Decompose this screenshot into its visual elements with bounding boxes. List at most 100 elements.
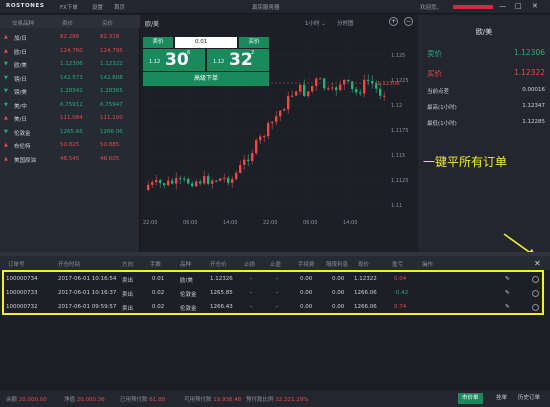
candle-body: [191, 183, 194, 187]
candle-body: [195, 181, 198, 187]
candle-body: [239, 165, 242, 173]
info-label: 最高(1小时): [427, 105, 457, 111]
quote-row[interactable]: ▼ 镑/美 1.28342 1.28365: [0, 85, 140, 99]
candle-body: [307, 91, 310, 97]
quote-row[interactable]: ▲ 美国原油 48.545 48.605: [0, 153, 140, 167]
quote-ask: 111.100: [100, 115, 123, 121]
candle-body: [343, 79, 346, 85]
positions-col-header: 隔夜利息: [326, 262, 349, 268]
positions-col-header: 方向: [122, 262, 134, 268]
candle-body: [235, 172, 238, 179]
candle-body: [215, 180, 218, 182]
annotation-text: 一键平所有订单: [423, 155, 508, 169]
y-tick-label: 1.115: [391, 153, 405, 159]
status-item: 可用预付款 19,938.48: [184, 395, 241, 403]
annotation-highlight: [2, 270, 544, 315]
candle-body: [327, 88, 330, 90]
close-all-icon[interactable]: ✕: [534, 259, 541, 268]
positions-col-header: 操作: [422, 262, 434, 268]
candle-body: [295, 91, 298, 96]
quote-row[interactable]: ▼ 欧/美 1.12306 1.12322: [0, 58, 140, 72]
menu-fx-order[interactable]: FX下单: [60, 3, 78, 11]
quote-row[interactable]: ▼ 镑/日 142.573 142.608: [0, 72, 140, 86]
menu-settings[interactable]: 设置: [92, 3, 103, 11]
status-item: 预付款比例 32,321.29%: [246, 395, 308, 403]
quote-ask: 142.608: [100, 74, 123, 81]
candle-body: [311, 85, 314, 92]
timeframe-select[interactable]: 1小时 ⌄: [305, 19, 326, 27]
status-value: 19,938.48: [213, 397, 242, 403]
sell-quote[interactable]: 1.12 30 6: [143, 49, 205, 71]
quotes-panel: 交易品种 卖价 买价 ▲ 加/日 82.286 82.318 ▲ 欧/日 124.760 12…: [0, 15, 140, 252]
header-bid: 卖价: [62, 21, 74, 27]
advanced-order-button[interactable]: 高级下单: [143, 72, 269, 86]
quote-ask: 6.75947: [100, 101, 123, 108]
candle-body: [147, 184, 150, 190]
quote-ask: 124.795: [100, 47, 123, 54]
info-value: 1.12306: [513, 48, 545, 57]
price-line-label: 1.12306: [377, 81, 400, 87]
positions-header: 订单号 开仓时间 方向 手数 品种 开仓价 止损 止盈 手续费 隔夜利息 现价 盈亏 操作: [0, 256, 550, 270]
candle-body: [315, 78, 318, 86]
arrow-down-icon: ▼: [4, 74, 8, 81]
header-ask: 买价: [102, 21, 114, 27]
close-icon[interactable]: ✕: [532, 2, 538, 10]
quote-row[interactable]: ▼ 伦敦金 1265.66 1266.06: [0, 126, 140, 140]
candle-body: [219, 178, 222, 181]
quote-row[interactable]: ▲ 加/日 82.286 82.318: [0, 31, 140, 45]
quote-row[interactable]: ▲ 欧/日 124.760 124.795: [0, 45, 140, 59]
info-label: 卖价: [427, 49, 442, 58]
timeframe-value: 1小时: [305, 21, 320, 27]
status-tab-2[interactable]: 历史订单: [514, 393, 544, 404]
candle-body: [287, 96, 290, 110]
lot-input[interactable]: 0.01: [175, 37, 237, 48]
menu-home[interactable]: 首页: [114, 3, 125, 11]
quote-row[interactable]: ▲ 布伦特 50.825 50.885: [0, 139, 140, 153]
arrow-up-icon: ▲: [4, 47, 8, 54]
quote-ask: 1.28365: [100, 88, 123, 94]
maximize-icon[interactable]: □: [515, 2, 522, 10]
candle-body: [347, 79, 350, 82]
status-tab-1[interactable]: 挂单: [492, 393, 511, 404]
positions-col-header: 止盈: [270, 262, 282, 268]
arrow-down-icon: ▼: [4, 101, 8, 108]
status-label: 预付款比例: [246, 397, 274, 403]
info-title: 欧/美: [475, 28, 493, 36]
zoom-in-icon[interactable]: +: [389, 17, 398, 26]
status-tab-0[interactable]: 市价单: [458, 393, 483, 404]
candle-body: [323, 78, 326, 89]
candle-body: [187, 178, 190, 184]
y-tick-label: 1.1125: [391, 178, 409, 184]
sell-button[interactable]: 卖价: [143, 37, 173, 48]
candle-body: [251, 153, 254, 162]
y-tick-label: 1.11: [391, 203, 402, 209]
candle-body: [271, 121, 274, 124]
candle-body: [299, 84, 302, 92]
candle-body: [303, 84, 306, 97]
quote-row[interactable]: ▼ 美/中 6.75912 6.75947: [0, 99, 140, 113]
candle-body: [283, 109, 286, 111]
x-tick-label: 14:00: [223, 220, 237, 226]
candle-body: [319, 78, 322, 80]
positions-col-header: 手续费: [298, 262, 315, 268]
quote-bid: 6.75912: [60, 101, 83, 108]
status-value: 20,000.00: [18, 397, 47, 403]
quote-symbol: 伦敦金: [14, 130, 31, 137]
app-logo: ROSTONES: [6, 3, 45, 9]
zoom-out-icon[interactable]: −: [404, 17, 413, 26]
positions-col-header: 止损: [244, 262, 256, 268]
buy-button[interactable]: 买价: [239, 37, 269, 48]
quote-ask: 50.885: [100, 142, 120, 148]
x-tick-label: 22:00: [143, 220, 157, 226]
quote-ask: 1.12322: [100, 61, 123, 67]
sell-quote-pips: 30: [165, 50, 189, 70]
chart-type-button[interactable]: 分时图: [337, 19, 354, 27]
candle-body: [171, 180, 174, 184]
candle-body: [255, 140, 258, 154]
quote-symbol: 布伦特: [14, 144, 31, 150]
minimize-icon[interactable]: —: [499, 2, 506, 10]
chart-symbol: 欧/美: [145, 21, 160, 28]
quote-row[interactable]: ▲ 美/日 111.084 111.100: [0, 112, 140, 126]
buy-quote[interactable]: 1.12 32 2: [207, 49, 269, 71]
status-label: 净值: [64, 397, 76, 403]
